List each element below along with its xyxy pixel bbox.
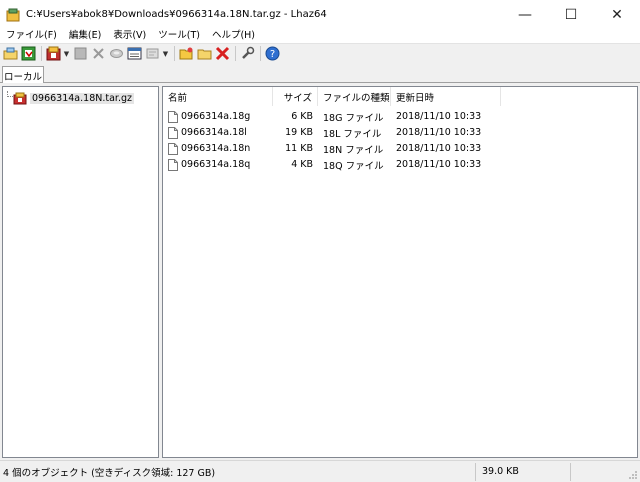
open-folder-button[interactable] [178,45,195,62]
file-size: 19 KB [285,127,313,138]
file-icon [168,158,178,171]
folder-open-icon [179,47,193,60]
app-icon [6,8,20,21]
properties-icon [146,48,159,59]
archive-icon [13,92,27,105]
table-row[interactable]: 0966314a.18q 4 KB 18Q ファイル 2018/11/10 10… [163,157,501,172]
tree-item-archive[interactable]: 0966314a.18N.tar.gz [13,92,134,105]
list-header: 名前 サイズ ファイルの種類 更新日時 [163,87,637,106]
file-type: 18G ファイル [323,112,384,124]
file-type: 18Q ファイル [323,160,384,172]
svg-text:?: ? [270,49,275,60]
disk-icon [110,49,123,58]
add-button [72,45,89,62]
menu-bar: ファイル(F) 編集(E) 表示(V) ツール(T) ヘルプ(H) [0,29,640,43]
file-name: 0966314a.18g [181,111,251,122]
status-object-count: 4 個のオブジェクト (空きディスク領域: 127 GB) [0,462,476,481]
file-name: 0966314a.18n [181,143,251,154]
wrench-icon [242,46,255,59]
resize-grip-icon[interactable] [628,470,638,480]
properties-button [144,45,161,62]
file-size: 4 KB [291,159,313,170]
file-icon [168,126,178,139]
tab-local[interactable]: ローカル [2,66,44,84]
disk-button [108,45,125,62]
extract-icon [21,46,36,61]
menu-view[interactable]: 表示(V) [107,29,152,43]
main-content: 0966314a.18N.tar.gz 名前 サイズ ファイルの種類 更新日時 … [0,83,640,460]
settings-button[interactable] [239,45,256,62]
menu-file[interactable]: ファイル(F) [0,29,63,43]
folder-button[interactable] [196,45,213,62]
toolbar-separator [235,46,236,61]
folder-tree[interactable]: 0966314a.18N.tar.gz [2,86,159,458]
extract-button[interactable] [20,45,37,62]
open-archive-icon [3,47,18,60]
toolbar-separator [260,46,261,61]
help-button[interactable]: ? [264,45,281,62]
file-date: 2018/11/10 10:33 [396,143,482,154]
folder-icon [197,49,212,60]
column-header-size[interactable]: サイズ [273,87,318,106]
file-icon [168,110,178,123]
file-date: 2018/11/10 10:33 [396,159,482,170]
status-bar: 4 個のオブジェクト (空きディスク領域: 127 GB) 39.0 KB [0,460,640,482]
toolbar: ▼ ▼ ? [0,43,640,63]
open-archive-button[interactable] [2,45,19,62]
file-date: 2018/11/10 10:33 [396,111,482,122]
file-date: 2018/11/10 10:33 [396,127,482,138]
compress-dropdown-icon[interactable]: ▼ [63,45,70,62]
toolbar-separator [41,46,42,61]
delete-archive-button[interactable] [214,45,231,62]
tree-item-label: 0966314a.18N.tar.gz [30,93,134,104]
compress-icon [46,46,61,61]
file-name: 0966314a.18l [181,127,247,138]
tab-bar: ローカル [0,63,640,84]
list-view-icon [127,47,142,60]
delete-button [90,45,107,62]
delete-icon [215,46,230,61]
file-list[interactable]: 名前 サイズ ファイルの種類 更新日時 0966314a.18g 6 KB 18… [162,86,638,458]
help-icon: ? [265,46,280,61]
view-list-button[interactable] [126,45,143,62]
minimize-button[interactable]: — [502,0,548,29]
column-header-date[interactable]: 更新日時 [391,87,501,106]
menu-help[interactable]: ヘルプ(H) [206,29,261,43]
column-header-type[interactable]: ファイルの種類 [318,87,391,106]
properties-dropdown-icon: ▼ [162,49,169,58]
file-type: 18N ファイル [323,144,384,156]
add-files-icon [74,47,87,60]
menu-tools[interactable]: ツール(T) [152,29,206,43]
cross-icon [93,48,104,59]
status-total-size: 39.0 KB [476,462,571,481]
table-row[interactable]: 0966314a.18n 11 KB 18N ファイル 2018/11/10 1… [163,141,501,156]
file-size: 11 KB [285,143,313,154]
menu-edit[interactable]: 編集(E) [63,29,107,43]
column-header-name[interactable]: 名前 [163,87,273,106]
toolbar-separator [174,46,175,61]
window-title: C:¥Users¥abok8¥Downloads¥0966314a.18N.ta… [26,9,327,20]
file-icon [168,142,178,155]
file-type: 18L ファイル [323,128,382,140]
file-name: 0966314a.18q [181,159,251,170]
close-button[interactable]: ✕ [594,0,640,29]
table-row[interactable]: 0966314a.18g 6 KB 18G ファイル 2018/11/10 10… [163,109,501,124]
file-size: 6 KB [291,111,313,122]
table-row[interactable]: 0966314a.18l 19 KB 18L ファイル 2018/11/10 1… [163,125,501,140]
title-bar: C:¥Users¥abok8¥Downloads¥0966314a.18N.ta… [0,0,640,29]
compress-button[interactable] [45,45,62,62]
maximize-button[interactable]: ☐ [548,0,594,29]
